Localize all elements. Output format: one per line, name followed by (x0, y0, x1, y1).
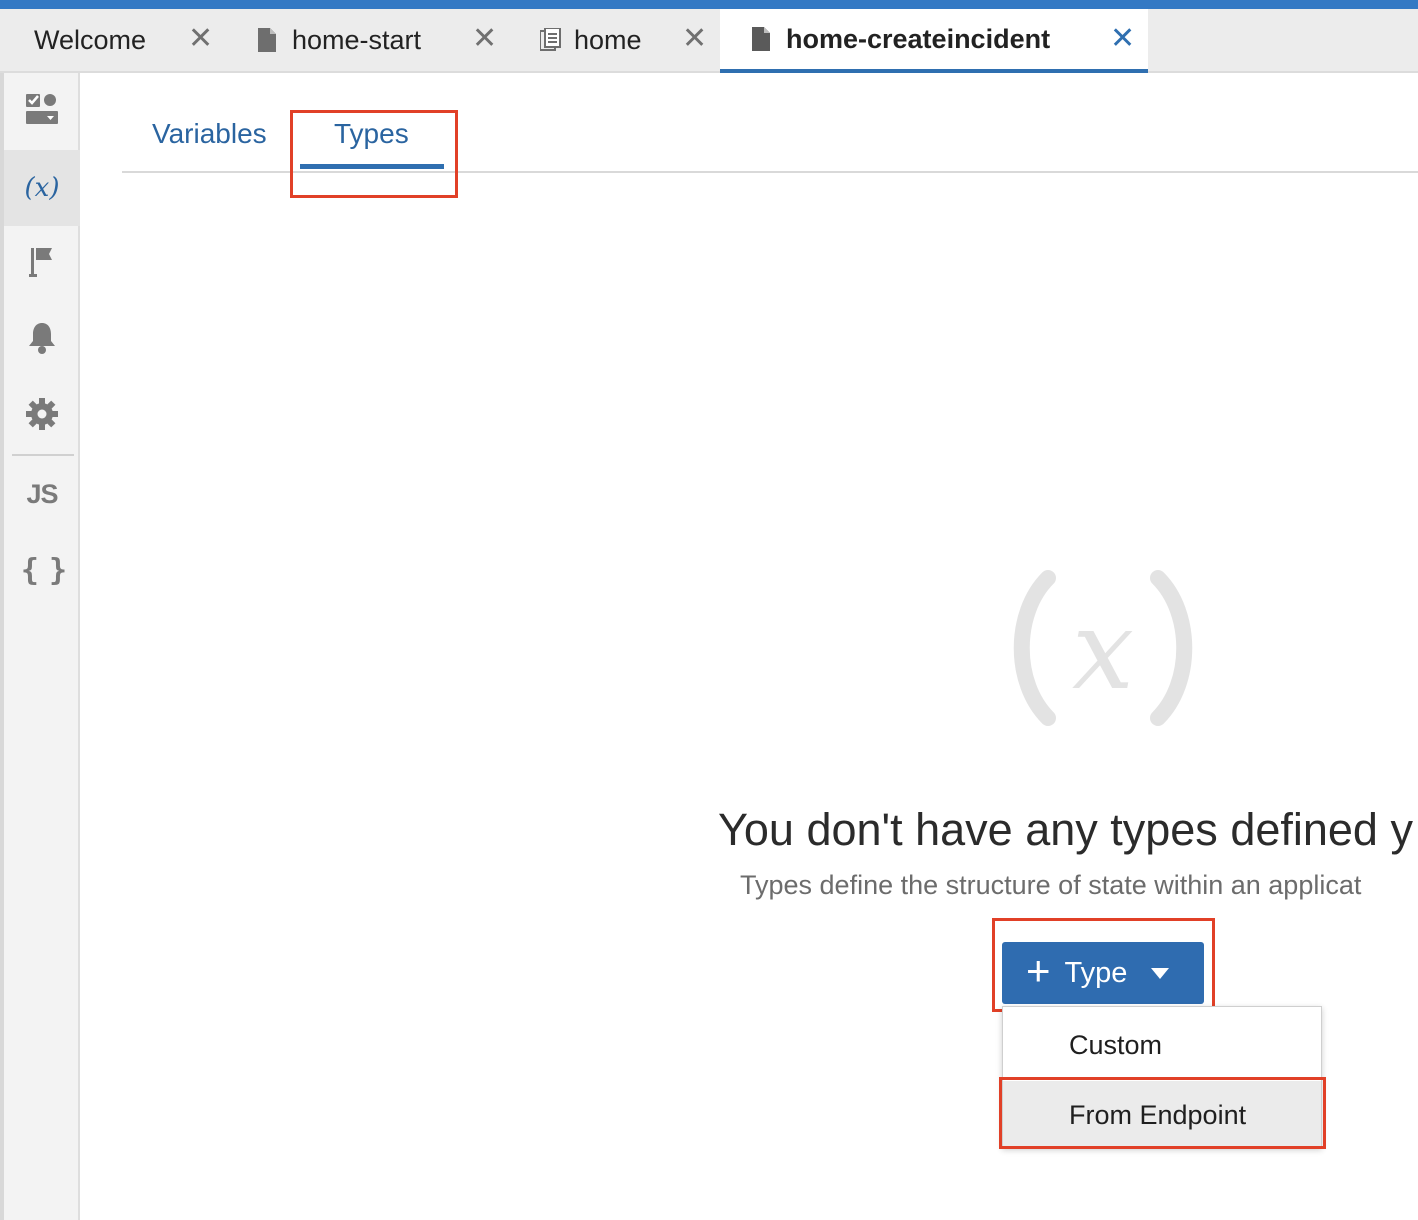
highlight-box-from-endpoint (999, 1077, 1326, 1149)
top-accent-bar (0, 0, 1418, 9)
sidebar-item-json[interactable]: { } (4, 532, 80, 608)
close-icon[interactable]: ✕ (472, 21, 497, 56)
tab-label: Welcome (34, 24, 147, 55)
bell-icon (26, 321, 58, 360)
sidebar-item-components[interactable] (4, 73, 80, 149)
json-icon: { } (20, 552, 67, 588)
tab-label: home-createincident (786, 23, 1051, 54)
components-icon (25, 92, 59, 131)
tab-welcome[interactable]: Welcome ✕ (34, 9, 234, 71)
tab-variables[interactable]: Variables (152, 118, 267, 150)
sidebar-item-events[interactable] (4, 226, 80, 302)
highlight-box-types-tab (290, 110, 458, 198)
editor-tab-bar: Welcome ✕ home-start ✕ home ✕ home-creat… (0, 9, 1418, 73)
sidebar-item-settings[interactable] (4, 378, 80, 454)
file-icon (258, 28, 276, 52)
svg-text:x: x (1072, 586, 1134, 714)
close-icon[interactable]: ✕ (188, 21, 213, 56)
tab-label: home-start (292, 24, 422, 55)
flag-icon (27, 245, 57, 284)
close-icon[interactable]: ✕ (1110, 21, 1135, 56)
menu-item-custom[interactable]: Custom (1003, 1011, 1321, 1079)
tab-label: home (574, 24, 642, 55)
file-icon (752, 27, 770, 51)
empty-state-description: Types define the structure of state with… (740, 870, 1362, 900)
javascript-icon: JS (26, 478, 58, 509)
empty-state-heading: You don't have any types defined y (718, 804, 1413, 855)
variables-icon: (x) (24, 173, 60, 203)
sidebar-item-variables[interactable]: (x) (4, 150, 80, 226)
tab-home-createincident[interactable]: home-createincident ✕ (720, 9, 1148, 73)
tab-home[interactable]: home ✕ (539, 9, 720, 71)
tab-home-start[interactable]: home-start ✕ (258, 9, 508, 71)
variables-empty-icon: x (1008, 568, 1198, 733)
highlight-box-add-type (992, 918, 1215, 1012)
sidebar-item-notifications[interactable] (4, 302, 80, 378)
sidebar-item-javascript[interactable]: JS (4, 456, 80, 532)
close-icon[interactable]: ✕ (682, 21, 707, 56)
gear-icon (25, 397, 59, 436)
pages-icon (539, 27, 561, 52)
left-sidebar: (x) JS {} (0, 73, 80, 1220)
menu-item-label: Custom (1069, 1029, 1163, 1060)
